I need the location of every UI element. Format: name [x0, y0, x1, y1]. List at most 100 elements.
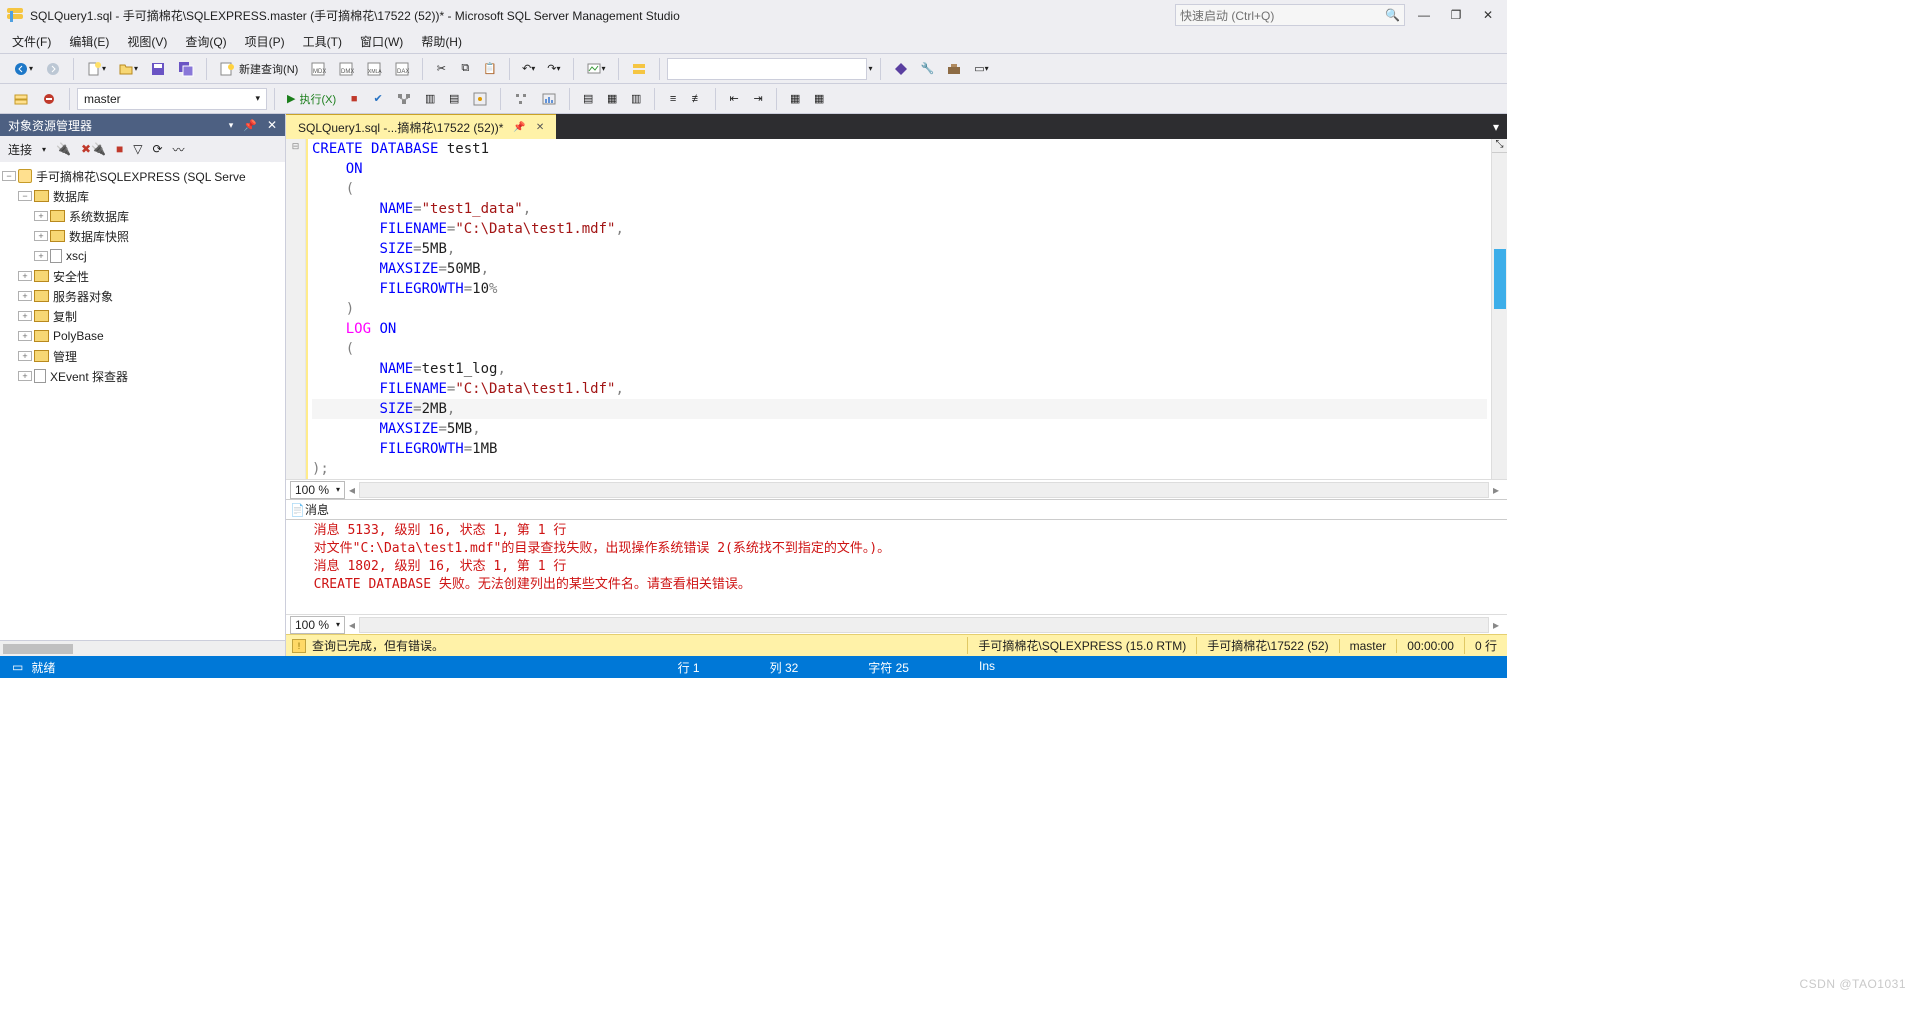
dmx-query-button[interactable]: DMX	[333, 58, 359, 80]
close-button[interactable]: ✕	[1475, 8, 1501, 22]
query-options-button[interactable]: ▥	[419, 88, 441, 110]
tree-management[interactable]: +管理	[0, 346, 285, 366]
code-text[interactable]: CREATE DATABASE test1 ON ( NAME="test1_d…	[306, 139, 1491, 479]
object-explorer-toolbar: 连接▾ 🔌 ✖🔌 ■ ▽ ⟳ 〰	[0, 136, 285, 162]
change-connection-button[interactable]	[8, 88, 34, 110]
outline-gutter[interactable]: ⊟	[286, 139, 306, 479]
stop-button[interactable]: ■	[343, 88, 365, 110]
available-databases-combo[interactable]: master▾	[77, 88, 267, 110]
copy-button[interactable]: ⧉	[454, 58, 476, 80]
messages-hscrollbar[interactable]	[359, 617, 1489, 633]
comment-button[interactable]: ≡	[662, 88, 684, 110]
zoom-combo-2[interactable]: 100 %▾	[290, 616, 345, 634]
activity-monitor-button[interactable]: ▾	[581, 58, 611, 80]
svg-text:DMX: DMX	[341, 69, 354, 75]
editor-zoom-bar: 100 %▾ ◂ ▸	[286, 479, 1507, 499]
cut-button[interactable]: ✂	[430, 58, 452, 80]
open-file-button[interactable]: ▾	[113, 58, 143, 80]
object-explorer-tree[interactable]: −手可摘棉花\SQLEXPRESS (SQL Serve −数据库 +系统数据库…	[0, 162, 285, 640]
disconnect2-icon[interactable]: ✖🔌	[81, 142, 106, 156]
menu-edit[interactable]: 编辑(E)	[69, 33, 109, 50]
mdx-query-button[interactable]: MDX	[305, 58, 331, 80]
live-stats-button[interactable]	[467, 88, 493, 110]
active-files-dropdown[interactable]: ▾	[1485, 120, 1507, 134]
zoom-combo[interactable]: 100 %▾	[290, 481, 345, 499]
disconnect-button[interactable]	[36, 88, 62, 110]
tree-replication[interactable]: +复制	[0, 306, 285, 326]
specify-values-button[interactable]: ▦	[784, 88, 806, 110]
panel-window-pos-icon[interactable]: ▾	[229, 120, 234, 131]
menu-window[interactable]: 窗口(W)	[360, 33, 403, 50]
redo-button[interactable]: ↷▾	[542, 58, 565, 80]
connect-icon[interactable]: 🔌	[56, 142, 71, 156]
nav-back-button[interactable]: ▾	[8, 58, 38, 80]
new-file-button[interactable]: ▾	[81, 58, 111, 80]
dax-query-button[interactable]: DAX	[389, 58, 415, 80]
connect-button[interactable]: 连接	[8, 141, 32, 158]
parse-button[interactable]: ✔	[367, 88, 389, 110]
tree-databases[interactable]: −数据库	[0, 186, 285, 206]
tree-xevent[interactable]: +XEvent 探查器	[0, 366, 285, 386]
undo-button[interactable]: ↶▾	[517, 58, 540, 80]
save-all-button[interactable]	[173, 58, 199, 80]
explorer-hscrollbar[interactable]	[0, 640, 285, 656]
decrease-indent-button[interactable]: ⇤	[723, 88, 745, 110]
registered-servers-button[interactable]	[626, 58, 652, 80]
tree-security[interactable]: +安全性	[0, 266, 285, 286]
tree-sysdb[interactable]: +系统数据库	[0, 206, 285, 226]
xmla-query-button[interactable]: XMLA	[361, 58, 387, 80]
results-file-button[interactable]: ▥	[625, 88, 647, 110]
tree-xscj[interactable]: +xscj	[0, 246, 285, 266]
include-stats-button[interactable]	[536, 88, 562, 110]
editor-vscrollbar[interactable]: ⤡	[1491, 139, 1507, 479]
toolbox-icon[interactable]	[941, 58, 967, 80]
code-editor[interactable]: ⊟ CREATE DATABASE test1 ON ( NAME="test1…	[286, 139, 1507, 479]
filter-icon[interactable]: ▽	[133, 142, 142, 156]
menu-project[interactable]: 项目(P)	[245, 33, 285, 50]
find-combo[interactable]	[667, 58, 867, 80]
wrench-icon[interactable]: 🔧	[916, 58, 940, 80]
messages-panel[interactable]: 消息 5133, 级别 16, 状态 1, 第 1 行 对文件"C:\Data\…	[286, 519, 1507, 614]
pin-tab-icon[interactable]: 📌	[513, 122, 525, 133]
template-params-button[interactable]: ▦	[808, 88, 830, 110]
close-tab-icon[interactable]: ✕	[536, 122, 544, 133]
paste-button[interactable]: 📋	[478, 58, 502, 80]
menu-tools[interactable]: 工具(T)	[303, 33, 342, 50]
new-query-button[interactable]: 新建查询(N)	[214, 58, 303, 80]
restore-button[interactable]: ❐	[1443, 8, 1469, 22]
execute-button[interactable]: ▶ 执行(X)	[282, 88, 341, 110]
intellisense-button[interactable]: ▤	[443, 88, 465, 110]
nav-forward-button[interactable]	[40, 58, 66, 80]
pin-icon[interactable]: 📌	[243, 119, 257, 132]
activity-icon[interactable]: 〰	[173, 141, 185, 158]
minimize-button[interactable]: —	[1411, 8, 1437, 22]
document-tab[interactable]: SQLQuery1.sql -...摘棉花\17522 (52))* 📌 ✕	[286, 114, 556, 139]
window-layout-button[interactable]: ▭▾	[969, 58, 993, 80]
object-explorer-header[interactable]: 对象资源管理器 ▾ 📌 ✕	[0, 114, 285, 136]
increase-indent-button[interactable]: ⇥	[747, 88, 769, 110]
editor-hscrollbar[interactable]	[359, 482, 1489, 498]
messages-tab[interactable]: 📄 消息	[286, 499, 1507, 519]
object-explorer-title: 对象资源管理器	[8, 117, 92, 134]
tree-serverobj[interactable]: +服务器对象	[0, 286, 285, 306]
quick-launch-input[interactable]: 快速启动 (Ctrl+Q) 🔍	[1175, 4, 1405, 26]
estimated-plan-button[interactable]	[391, 88, 417, 110]
status-server: 手可摘棉花\SQLEXPRESS (15.0 RTM)	[967, 637, 1196, 654]
refresh-icon[interactable]: ⟳	[152, 142, 162, 156]
tree-dbsnapshot[interactable]: +数据库快照	[0, 226, 285, 246]
menu-query[interactable]: 查询(Q)	[185, 33, 226, 50]
menu-help[interactable]: 帮助(H)	[421, 33, 462, 50]
menu-view[interactable]: 视图(V)	[127, 33, 167, 50]
window-title: SQLQuery1.sql - 手可摘棉花\SQLEXPRESS.master …	[30, 7, 1169, 24]
menu-file[interactable]: 文件(F)	[12, 33, 51, 50]
tree-server[interactable]: −手可摘棉花\SQLEXPRESS (SQL Serve	[0, 166, 285, 186]
vs-icon[interactable]	[888, 58, 914, 80]
save-button[interactable]	[145, 58, 171, 80]
include-plan-button[interactable]	[508, 88, 534, 110]
close-panel-icon[interactable]: ✕	[267, 118, 277, 132]
results-text-button[interactable]: ▤	[577, 88, 599, 110]
tree-polybase[interactable]: +PolyBase	[0, 326, 285, 346]
results-grid-button[interactable]: ▦	[601, 88, 623, 110]
stop2-icon[interactable]: ■	[116, 142, 123, 156]
uncomment-button[interactable]: ≢	[686, 88, 708, 110]
